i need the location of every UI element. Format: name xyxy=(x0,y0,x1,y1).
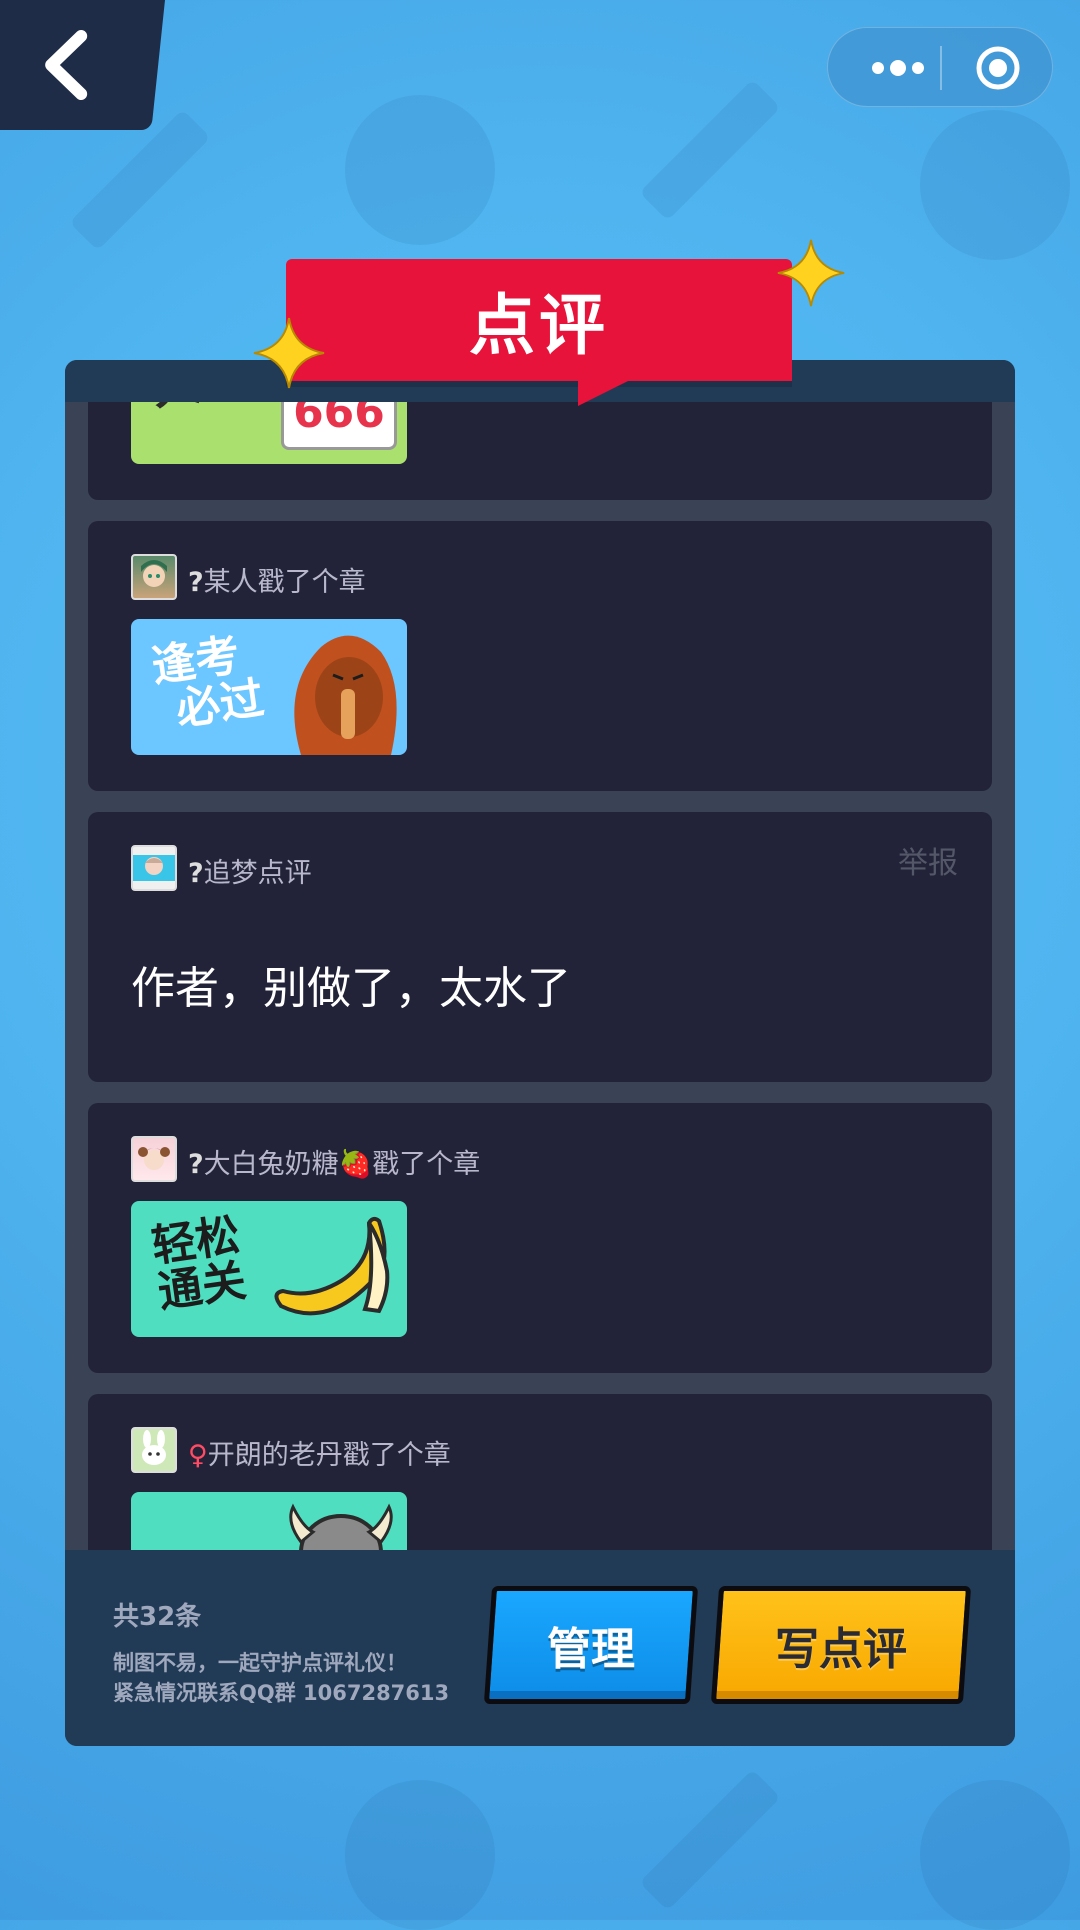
stamp-image: 逢考 必过 xyxy=(131,619,407,755)
stamp-image xyxy=(131,1492,407,1550)
ribbon-tail xyxy=(578,376,638,406)
manage-button-label: 管理 xyxy=(547,1624,635,1675)
background-bomb-decoration xyxy=(345,95,495,245)
warrior-icon xyxy=(289,1503,393,1550)
user-name: ?某人戳了个章 xyxy=(188,560,366,599)
user-action-text: 大白兔奶糖🍓戳了个章 xyxy=(203,1149,481,1180)
stamp-line-2: 通关 xyxy=(155,1255,250,1319)
write-review-button-label: 写点评 xyxy=(775,1624,907,1675)
sparkle-icon xyxy=(777,239,845,307)
more-dots-icon[interactable] xyxy=(868,50,928,86)
sparkle-icon xyxy=(253,317,325,389)
background-hammer-decoration xyxy=(639,1769,781,1911)
chevron-left-icon xyxy=(45,30,88,100)
user-name: ?追梦点评 xyxy=(188,851,312,890)
stamp-text: 逢考 必过 xyxy=(149,630,267,736)
user-action-text: 某人戳了个章 xyxy=(203,567,366,598)
avatar[interactable] xyxy=(131,845,177,891)
avatar[interactable] xyxy=(131,1136,177,1182)
capsule-divider xyxy=(940,46,942,90)
avatar-portrait-icon xyxy=(133,855,175,881)
stamp-image: 轻松 通关 xyxy=(131,1201,407,1337)
avatar-portrait-icon xyxy=(138,1147,170,1170)
mini-program-capsule xyxy=(827,27,1053,107)
lion-praying-icon xyxy=(294,635,397,755)
user-name: ?大白兔奶糖🍓戳了个章 xyxy=(188,1142,480,1181)
user-action-text: 开朗的老丹戳了个章 xyxy=(207,1440,451,1471)
avatar-portrait-icon xyxy=(141,560,167,587)
footer-notice: 制图不易，一起守护点评礼仪！ 紧急情况联系QQ群 1067287613 xyxy=(113,1648,449,1708)
report-button[interactable]: 举报 xyxy=(898,838,958,882)
stamp-text: 大神 xyxy=(149,402,252,416)
user-name: ♀开朗的老丹戳了个章 xyxy=(188,1433,451,1472)
avatar[interactable] xyxy=(131,1427,177,1473)
avatar-portrait-icon xyxy=(142,1430,166,1465)
comment-text: 作者，别做了，太水了 xyxy=(131,963,571,1014)
notice-line-2: 紧急情况联系QQ群 1067287613 xyxy=(113,1681,450,1705)
stamp-line-2: 必过 xyxy=(172,673,268,736)
list-item: ?某人戳了个章 逢考 必过 xyxy=(88,521,992,791)
stamp-badge: 666 xyxy=(281,402,397,450)
background-hammer-decoration xyxy=(69,109,211,251)
comment-feed[interactable]: 大神 666 ?某人戳了个章 逢考 必过 xyxy=(88,402,992,1550)
gender-mark: ? xyxy=(188,1149,204,1180)
stamp-image: 大神 666 xyxy=(131,402,407,464)
background-bomb-decoration xyxy=(920,110,1070,260)
stamp-text: 轻松 通关 xyxy=(149,1210,250,1319)
target-circle-icon[interactable] xyxy=(975,45,1021,91)
notice-line-1: 制图不易，一起守护点评礼仪！ xyxy=(113,1651,407,1675)
comment-count: 共32条 xyxy=(113,1602,202,1632)
list-item: ?大白兔奶糖🍓戳了个章 轻松 通关 xyxy=(88,1103,992,1373)
stamp-badge-text: 666 xyxy=(293,402,385,438)
background-hammer-decoration xyxy=(639,79,781,221)
banana-icon xyxy=(274,1216,390,1316)
background-bomb-decoration xyxy=(345,1780,495,1930)
list-item: ♀开朗的老丹戳了个章 xyxy=(88,1394,992,1550)
write-review-button[interactable]: 写点评 xyxy=(710,1586,972,1704)
avatar[interactable] xyxy=(131,554,177,600)
back-button[interactable] xyxy=(0,0,165,130)
panel-footer: 共32条 制图不易，一起守护点评礼仪！ 紧急情况联系QQ群 1067287613… xyxy=(65,1550,1015,1746)
page-title: 点评 xyxy=(469,287,609,364)
user-action-text: 追梦点评 xyxy=(203,858,312,889)
manage-button[interactable]: 管理 xyxy=(483,1586,699,1704)
gender-mark: ? xyxy=(188,858,204,889)
background-bomb-decoration xyxy=(920,1780,1070,1930)
gender-mark: ? xyxy=(188,567,204,598)
gender-mark: ♀ xyxy=(188,1440,208,1471)
list-item: ?追梦点评 举报 作者，别做了，太水了 xyxy=(88,812,992,1082)
list-item: 大神 666 xyxy=(88,402,992,500)
